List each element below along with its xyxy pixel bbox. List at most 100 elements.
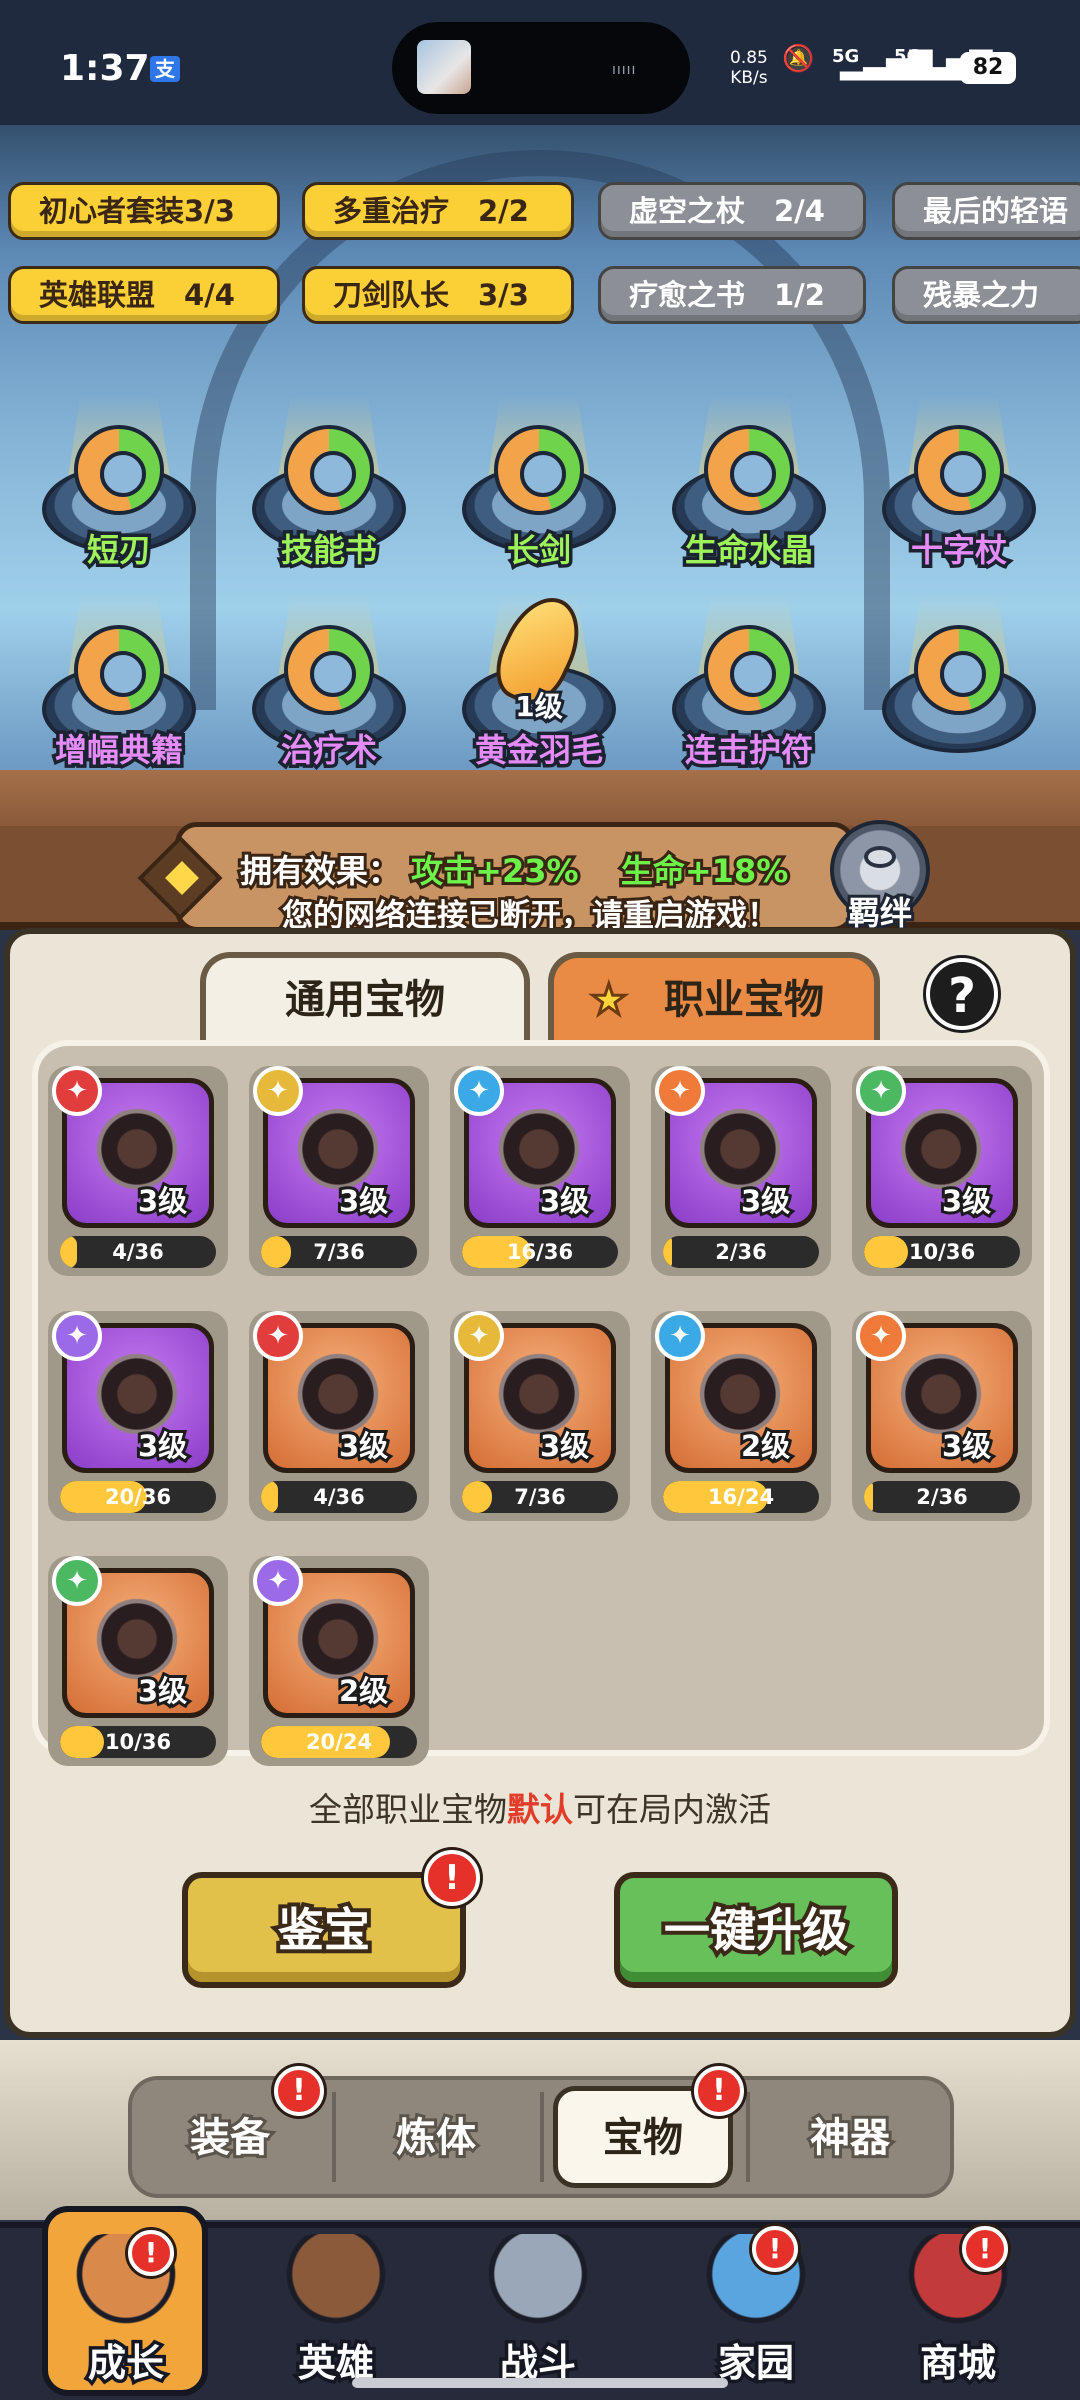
subtab-body-refining[interactable]: 炼体 xyxy=(336,2086,536,2190)
treasure-card[interactable]: ✦ 3级 20/36 xyxy=(48,1311,228,1521)
equip-slot[interactable]: 增幅典籍 xyxy=(34,595,204,795)
swap-icon xyxy=(914,425,1004,515)
equip-slot[interactable]: 十字杖 xyxy=(874,395,1044,595)
equip-slot[interactable] xyxy=(874,595,1044,795)
sword-icon: ✦ xyxy=(52,1066,102,1116)
effect-attack: 攻击+23% xyxy=(408,849,581,893)
set-bonus-button[interactable]: 刀剑队长 3/3 xyxy=(302,266,574,324)
slot-label: 黄金羽毛 xyxy=(471,728,606,773)
hero-portrait-icon xyxy=(286,2234,386,2334)
slot-label: 生命水晶 xyxy=(681,528,816,573)
equip-slot[interactable]: 治疗术 xyxy=(244,595,414,795)
nav-item[interactable]: 成长 xyxy=(26,2222,226,2400)
set-bonus-button[interactable]: 多重治疗 2/2 xyxy=(302,182,574,240)
island-avatar xyxy=(417,40,471,94)
treasure-level: 3级 xyxy=(135,1181,190,1221)
treasure-progress-text: 4/36 xyxy=(112,1240,164,1264)
eye-icon xyxy=(864,846,896,868)
treasure-card[interactable]: ✦ 3级 7/36 xyxy=(249,1066,429,1276)
appraise-alert-icon: ! xyxy=(424,1850,480,1906)
one-click-upgrade-button[interactable]: 一键升级 xyxy=(614,1872,898,1988)
slot-label: 连击护符 xyxy=(681,728,816,773)
swap-icon xyxy=(284,425,374,515)
treasure-progress-text: 7/36 xyxy=(313,1240,365,1264)
sword-icon: ✦ xyxy=(253,1311,303,1361)
bow-icon: ✦ xyxy=(253,1066,303,1116)
treasure-progress-bar: 20/24 xyxy=(261,1726,417,1758)
treasure-progress-text: 16/36 xyxy=(506,1240,574,1264)
treasure-progress-bar: 20/36 xyxy=(60,1481,216,1513)
set-bonus-button[interactable]: 残暴之力 xyxy=(892,266,1080,324)
treasure-level: 3级 xyxy=(939,1426,994,1466)
bow-icon: ✦ xyxy=(454,1311,504,1361)
equip-slot[interactable]: 生命水晶 xyxy=(664,395,834,595)
treasure-level: 2级 xyxy=(738,1426,793,1466)
set-bonus-button[interactable]: 虚空之杖 2/4 xyxy=(598,182,866,240)
slot-label: 短刃 xyxy=(83,528,154,573)
swap-icon xyxy=(284,625,374,715)
set-bonus-button[interactable]: 初心者套装3/3 xyxy=(8,182,280,240)
treasure-progress-text: 10/36 xyxy=(104,1730,172,1754)
treasure-card[interactable]: ✦ 3级 16/36 xyxy=(450,1066,630,1276)
swap-icon xyxy=(914,625,1004,715)
treasure-alert-icon: ! xyxy=(694,2066,744,2116)
swords-icon xyxy=(488,2234,588,2334)
treasure-level: 2级 xyxy=(336,1671,391,1711)
treasure-progress-bar: 2/36 xyxy=(663,1236,819,1268)
treasure-card[interactable]: ✦ 3级 4/36 xyxy=(48,1066,228,1276)
treasure-card[interactable]: ✦ 2级 16/24 xyxy=(651,1311,831,1521)
treasure-card[interactable]: ✦ 3级 4/36 xyxy=(249,1311,429,1521)
equip-slot[interactable]: 1级 黄金羽毛 xyxy=(454,585,624,795)
treasure-level: 3级 xyxy=(135,1426,190,1466)
equip-slot[interactable]: 短刃 xyxy=(34,395,204,595)
battery-indicator: 82 xyxy=(960,52,1016,84)
fist-icon: ✦ xyxy=(856,1311,906,1361)
swap-icon xyxy=(74,425,164,515)
treasure-card[interactable]: ✦ 3级 10/36 xyxy=(852,1066,1032,1276)
slot-label: 增幅典籍 xyxy=(51,728,186,773)
treasure-card[interactable]: ✦ 3级 2/36 xyxy=(651,1066,831,1276)
treasure-progress-text: 20/24 xyxy=(305,1730,373,1754)
treasure-card[interactable]: ✦ 3级 7/36 xyxy=(450,1311,630,1521)
appraise-button[interactable]: 鉴宝 xyxy=(182,1872,466,1988)
treasure-level: 3级 xyxy=(537,1181,592,1221)
tab-general-treasure[interactable]: 通用宝物 xyxy=(200,952,530,1042)
nav-item[interactable]: 商城 xyxy=(858,2222,1058,2400)
mute-icon: 🔕 xyxy=(782,44,815,74)
subtab-artifact[interactable]: 神器 xyxy=(750,2086,950,2190)
set-bonus-button[interactable]: 最后的轻语 xyxy=(892,182,1080,240)
effect-stats: 拥有效果： 攻击+23% 生命+18% xyxy=(237,846,791,893)
equip-slot[interactable]: 技能书 xyxy=(244,395,414,595)
treasure-level: 3级 xyxy=(336,1181,391,1221)
gun-icon: ✦ xyxy=(52,1311,102,1361)
treasure-progress-bar: 7/36 xyxy=(261,1236,417,1268)
treasure-progress-bar: 4/36 xyxy=(60,1236,216,1268)
treasure-progress-text: 10/36 xyxy=(908,1240,976,1264)
equip-slot[interactable]: 连击护符 xyxy=(664,595,834,795)
nav-item[interactable]: 战斗 xyxy=(438,2222,638,2400)
treasure-progress-bar: 4/36 xyxy=(261,1481,417,1513)
slot-label: 技能书 xyxy=(277,528,380,573)
help-button[interactable]: ? xyxy=(926,958,998,1030)
audio-wave-icon: ııııı xyxy=(612,62,637,78)
star-icon: ★ xyxy=(589,974,630,1026)
nav-alert-icon: ! xyxy=(752,2226,798,2272)
swap-icon xyxy=(704,625,794,715)
fist-icon: ✦ xyxy=(655,1066,705,1116)
treasure-level: 3级 xyxy=(336,1426,391,1466)
treasure-card[interactable]: ✦ 3级 10/36 xyxy=(48,1556,228,1766)
equip-slot[interactable]: 长剑 xyxy=(454,395,624,595)
treasure-card[interactable]: ✦ 3级 2/36 xyxy=(852,1311,1032,1521)
nav-label: 成长 xyxy=(84,2338,167,2389)
home-indicator[interactable] xyxy=(352,2378,728,2388)
nav-alert-icon: ! xyxy=(128,2230,174,2276)
treasure-card[interactable]: ✦ 2级 20/24 xyxy=(249,1556,429,1766)
nav-item[interactable]: 英雄 xyxy=(236,2222,436,2400)
set-bonus-button[interactable]: 疗愈之书 1/2 xyxy=(598,266,866,324)
treasure-progress-bar: 7/36 xyxy=(462,1481,618,1513)
swap-icon xyxy=(704,425,794,515)
set-bonus-button[interactable]: 英雄联盟 4/4 xyxy=(8,266,280,324)
treasure-progress-text: 4/36 xyxy=(313,1485,365,1509)
shelf-top xyxy=(0,770,1080,826)
note-prefix: 全部职业宝物 xyxy=(309,1790,507,1829)
